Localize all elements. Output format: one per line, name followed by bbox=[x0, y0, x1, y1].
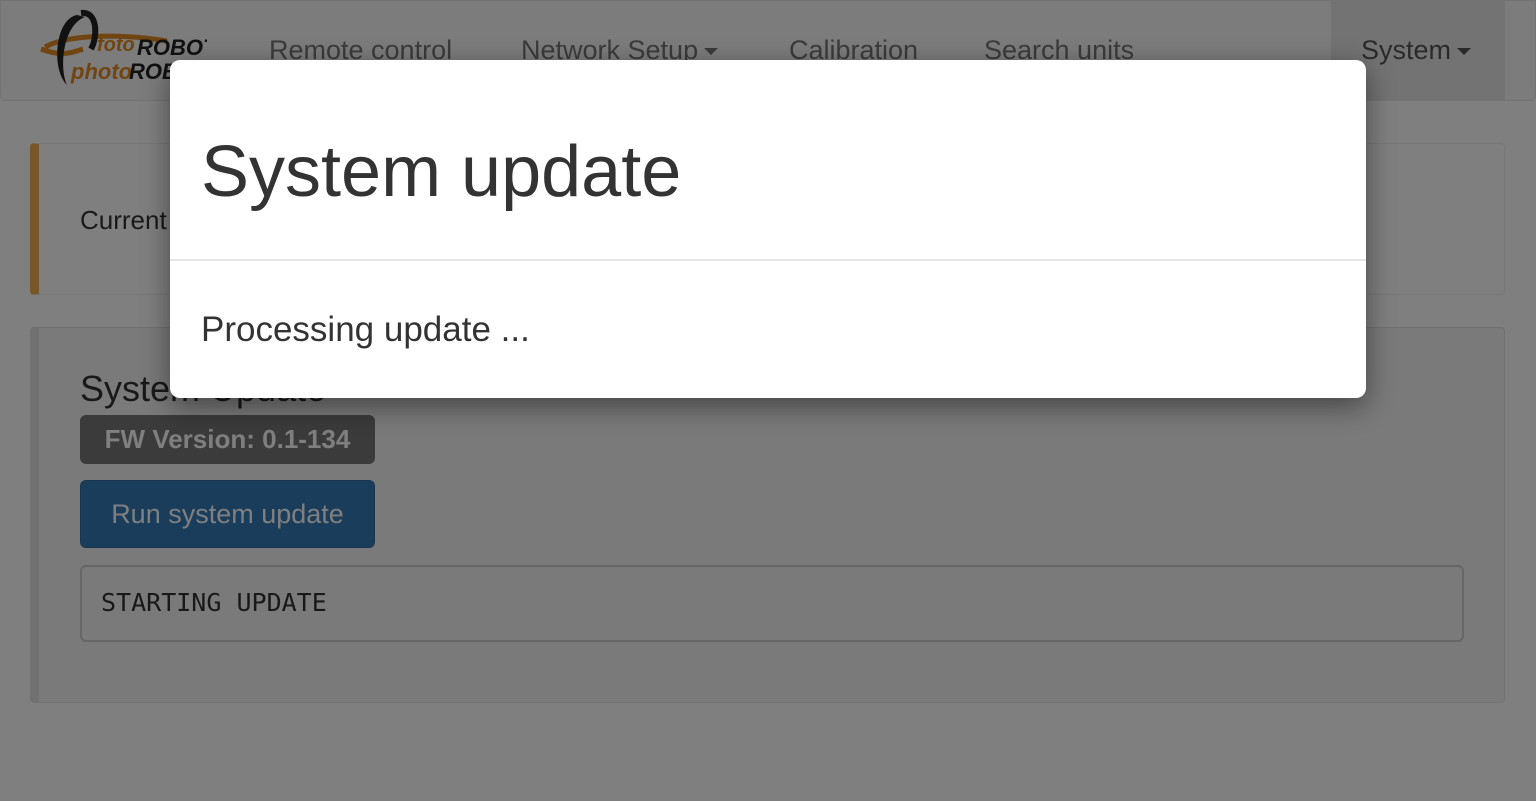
system-update-modal: System update Processing update ... bbox=[170, 60, 1366, 398]
modal-body-text: Processing update ... bbox=[201, 310, 530, 349]
modal-header: System update bbox=[170, 60, 1366, 261]
modal-title: System update bbox=[201, 132, 682, 212]
